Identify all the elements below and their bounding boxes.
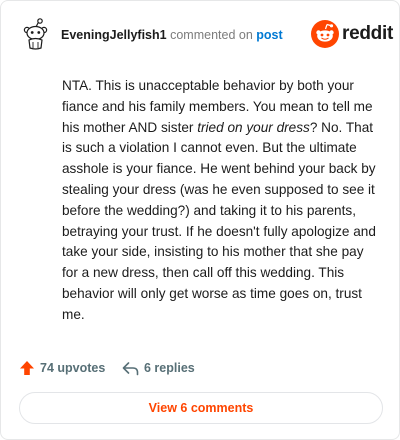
comment-byline: EveningJellyfish1 commented on post [61,27,283,43]
comment-header: EveningJellyfish1 commented on post redd… [19,18,393,52]
commented-on-text: commented on [170,28,253,42]
view-comments-button[interactable]: View 6 comments [19,392,383,424]
comment-text-emphasis: tried on your dress [197,119,310,135]
post-link[interactable]: post [256,28,282,42]
reddit-wordmark: reddit [342,23,393,44]
reply-arrow-icon [122,361,139,375]
upvote-button[interactable]: 74 upvotes [19,358,105,378]
upvote-count: 74 upvotes [40,361,106,375]
reddit-logo-icon [311,20,339,48]
username-link[interactable]: EveningJellyfish1 [61,28,167,42]
reddit-brand[interactable]: reddit [311,20,393,48]
replies-count: 6 replies [144,361,195,375]
comment-text-part2: ? No. That is such a violation I cannot … [62,119,376,322]
avatar[interactable] [19,18,51,50]
comment-body: NTA. This is unacceptable behavior by bo… [62,76,382,326]
upvote-arrow-icon [20,361,34,375]
snoo-avatar-icon [23,18,48,50]
comment-actions: 74 upvotes 6 replies [19,358,319,378]
replies-button[interactable]: 6 replies [122,358,195,378]
comment-card: EveningJellyfish1 commented on post redd… [0,0,400,440]
